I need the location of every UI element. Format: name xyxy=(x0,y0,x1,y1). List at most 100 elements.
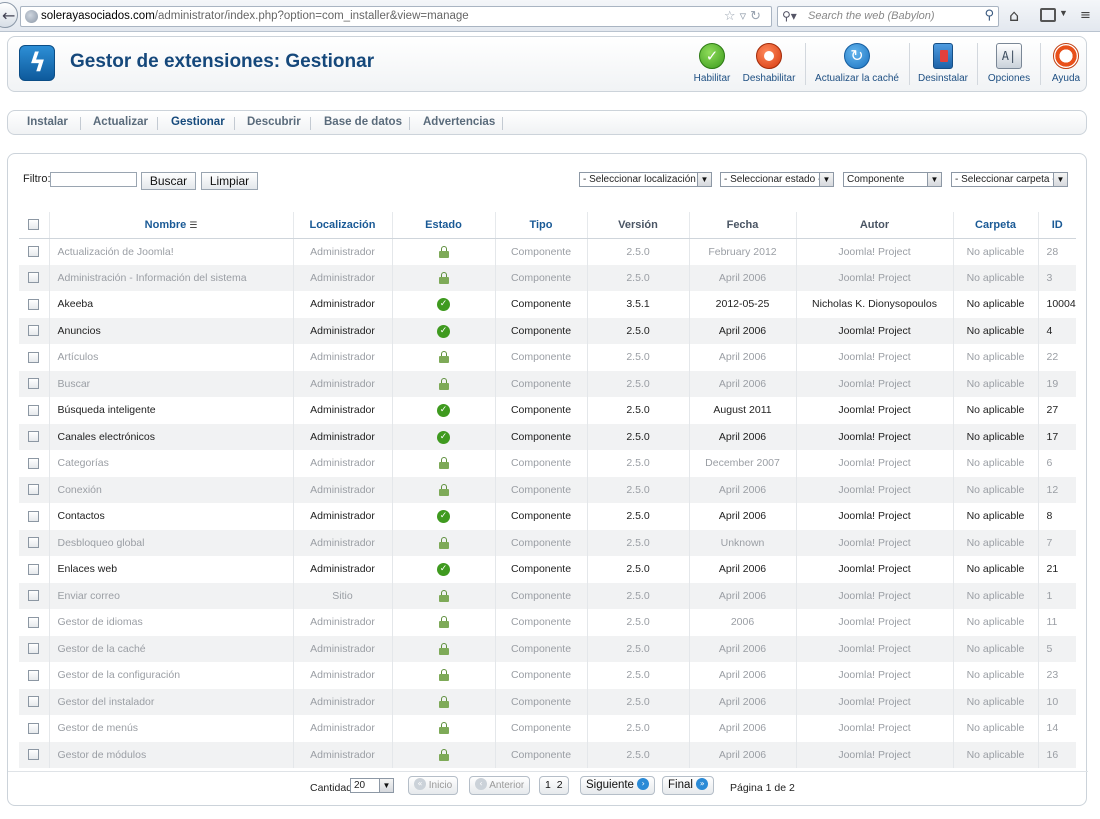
table-row[interactable]: Actualización de Joomla! Administrador Com… xyxy=(19,238,1076,265)
row-checkbox-cell[interactable] xyxy=(19,582,50,609)
col-folder[interactable]: Carpeta xyxy=(953,212,1039,239)
browser-search-input[interactable]: ⚲▾ Search the web (Babylon) ⚲ xyxy=(777,6,999,27)
row-checkbox-cell[interactable] xyxy=(19,635,50,662)
row-checkbox[interactable] xyxy=(28,590,40,602)
enabled-check-icon[interactable]: ✓ xyxy=(437,404,450,418)
row-checkbox-cell[interactable] xyxy=(19,662,50,689)
table-row[interactable]: Gestor de la caché Administrador Component… xyxy=(19,635,1076,662)
table-row[interactable]: Gestor de la configuración Administrador C… xyxy=(19,662,1076,689)
table-row[interactable]: Búsqueda inteligente Administrador ✓ Compon… xyxy=(19,397,1076,424)
search-engine-icon[interactable]: ⚲▾ xyxy=(782,9,797,23)
extension-state[interactable]: ✓ xyxy=(392,397,496,424)
col-state[interactable]: Estado xyxy=(392,212,496,239)
search-icon[interactable]: ⚲ xyxy=(984,8,994,23)
extension-state[interactable]: ✓ xyxy=(392,503,496,530)
row-checkbox-cell[interactable] xyxy=(19,503,50,530)
tab-discover[interactable]: Descubrir xyxy=(247,116,301,128)
row-checkbox-cell[interactable] xyxy=(19,397,50,424)
row-checkbox-cell[interactable] xyxy=(19,317,50,344)
table-row[interactable]: Gestor de módulos Administrador Componente… xyxy=(19,741,1076,768)
filter-input[interactable] xyxy=(50,172,137,187)
table-row[interactable]: Artículos Administrador Componente 2.5.0 Apr… xyxy=(19,344,1076,371)
row-checkbox[interactable] xyxy=(28,378,40,390)
extension-state[interactable]: ✓ xyxy=(392,317,496,344)
menu-icon[interactable]: ≡ xyxy=(1080,8,1091,23)
col-location[interactable]: Localización xyxy=(293,212,393,239)
table-row[interactable]: Contactos Administrador ✓ Componente 2.5.0 Ap… xyxy=(19,503,1076,530)
uninstall-button[interactable]: Desinstalar xyxy=(915,41,971,89)
tab-database[interactable]: Base de datos xyxy=(324,116,402,128)
enabled-check-icon[interactable]: ✓ xyxy=(437,430,450,444)
location-select[interactable]: - Seleccionar localización - ▼ xyxy=(579,172,712,187)
extension-state[interactable]: ✓ xyxy=(392,423,496,450)
row-checkbox-cell[interactable] xyxy=(19,238,50,265)
table-row[interactable]: Enviar correo Sitio Componente 2.5.0 April 2… xyxy=(19,582,1076,609)
row-checkbox[interactable] xyxy=(28,749,40,761)
row-checkbox[interactable] xyxy=(28,246,40,258)
row-checkbox[interactable] xyxy=(28,643,40,655)
enabled-check-icon[interactable]: ✓ xyxy=(437,563,450,577)
row-checkbox-cell[interactable] xyxy=(19,423,50,450)
row-checkbox[interactable] xyxy=(28,431,40,443)
enabled-check-icon[interactable]: ✓ xyxy=(437,298,450,312)
help-button[interactable]: Ayuda xyxy=(1046,41,1086,89)
enabled-check-icon[interactable]: ✓ xyxy=(437,324,450,338)
folder-select[interactable]: - Seleccionar carpeta - ▼ xyxy=(951,172,1068,187)
row-checkbox-cell[interactable] xyxy=(19,344,50,371)
page-1-link[interactable]: 1 xyxy=(545,779,551,791)
row-checkbox-cell[interactable] xyxy=(19,450,50,477)
site-identity-icon[interactable] xyxy=(25,10,38,23)
col-id[interactable]: ID xyxy=(1038,212,1076,239)
extension-state[interactable]: ✓ xyxy=(392,291,496,318)
extension-state[interactable]: ✓ xyxy=(392,556,496,583)
table-row[interactable]: Buscar Administrador Componente 2.5.0 April … xyxy=(19,370,1076,397)
row-checkbox[interactable] xyxy=(28,351,40,363)
disable-button[interactable]: Deshabilitar xyxy=(741,41,797,89)
row-checkbox[interactable] xyxy=(28,616,40,628)
table-row[interactable]: Categorías Administrador Componente 2.5.0 De… xyxy=(19,450,1076,477)
row-checkbox-cell[interactable] xyxy=(19,688,50,715)
row-checkbox-cell[interactable] xyxy=(19,715,50,742)
limit-select[interactable]: 20 ▼ xyxy=(350,778,394,793)
next-page-button[interactable]: Siguiente › xyxy=(580,776,656,795)
tab-install[interactable]: Instalar xyxy=(27,116,68,128)
addon-icon[interactable] xyxy=(1040,8,1056,22)
row-checkbox[interactable] xyxy=(28,537,40,549)
table-row[interactable]: Gestor de menús Administrador Componente 2.… xyxy=(19,715,1076,742)
col-name[interactable]: Nombre ☰ xyxy=(49,212,294,239)
type-select[interactable]: Componente ▼ xyxy=(843,172,942,187)
row-checkbox[interactable] xyxy=(28,325,40,337)
chevron-down-icon[interactable]: ▼ xyxy=(1059,8,1068,18)
row-checkbox[interactable] xyxy=(28,563,40,575)
end-page-button[interactable]: Final » xyxy=(662,776,715,795)
table-row[interactable]: Desbloqueo global Administrador Componente… xyxy=(19,529,1076,556)
refresh-cache-button[interactable]: ↻ Actualizar la caché xyxy=(812,41,902,89)
row-checkbox[interactable] xyxy=(28,457,40,469)
row-checkbox-cell[interactable] xyxy=(19,476,50,503)
row-checkbox[interactable] xyxy=(28,272,40,284)
row-checkbox-cell[interactable] xyxy=(19,264,50,291)
table-row[interactable]: Akeeba Administrador ✓ Componente 3.5.1 2012-… xyxy=(19,291,1076,318)
row-checkbox-cell[interactable] xyxy=(19,529,50,556)
home-icon[interactable]: ⌂ xyxy=(1009,6,1019,25)
enable-button[interactable]: ✓ Habilitar xyxy=(690,41,734,89)
row-checkbox-cell[interactable] xyxy=(19,609,50,636)
row-checkbox[interactable] xyxy=(28,298,40,310)
prev-page-button[interactable]: ‹ Anterior xyxy=(469,776,531,795)
tab-manage[interactable]: Gestionar xyxy=(171,116,225,128)
row-checkbox[interactable] xyxy=(28,696,40,708)
back-button[interactable]: ← xyxy=(0,2,18,28)
options-button[interactable]: A| Opciones xyxy=(984,41,1034,89)
row-checkbox-cell[interactable] xyxy=(19,741,50,768)
tab-warnings[interactable]: Advertencias xyxy=(423,116,495,128)
table-row[interactable]: Administración - Información del sistema… xyxy=(19,264,1076,291)
table-row[interactable]: Gestor del instalador Administrador Compon… xyxy=(19,688,1076,715)
col-type[interactable]: Tipo xyxy=(495,212,588,239)
state-select[interactable]: - Seleccionar estado - ▼ xyxy=(720,172,834,187)
row-checkbox[interactable] xyxy=(28,510,40,522)
table-row[interactable]: Gestor de idiomas Administrador Componente… xyxy=(19,609,1076,636)
start-page-button[interactable]: « Inicio xyxy=(408,776,459,795)
search-button[interactable]: Buscar xyxy=(141,172,196,190)
table-row[interactable]: Enlaces web Administrador ✓ Componente 2.5.0… xyxy=(19,556,1076,583)
row-checkbox[interactable] xyxy=(28,404,40,416)
